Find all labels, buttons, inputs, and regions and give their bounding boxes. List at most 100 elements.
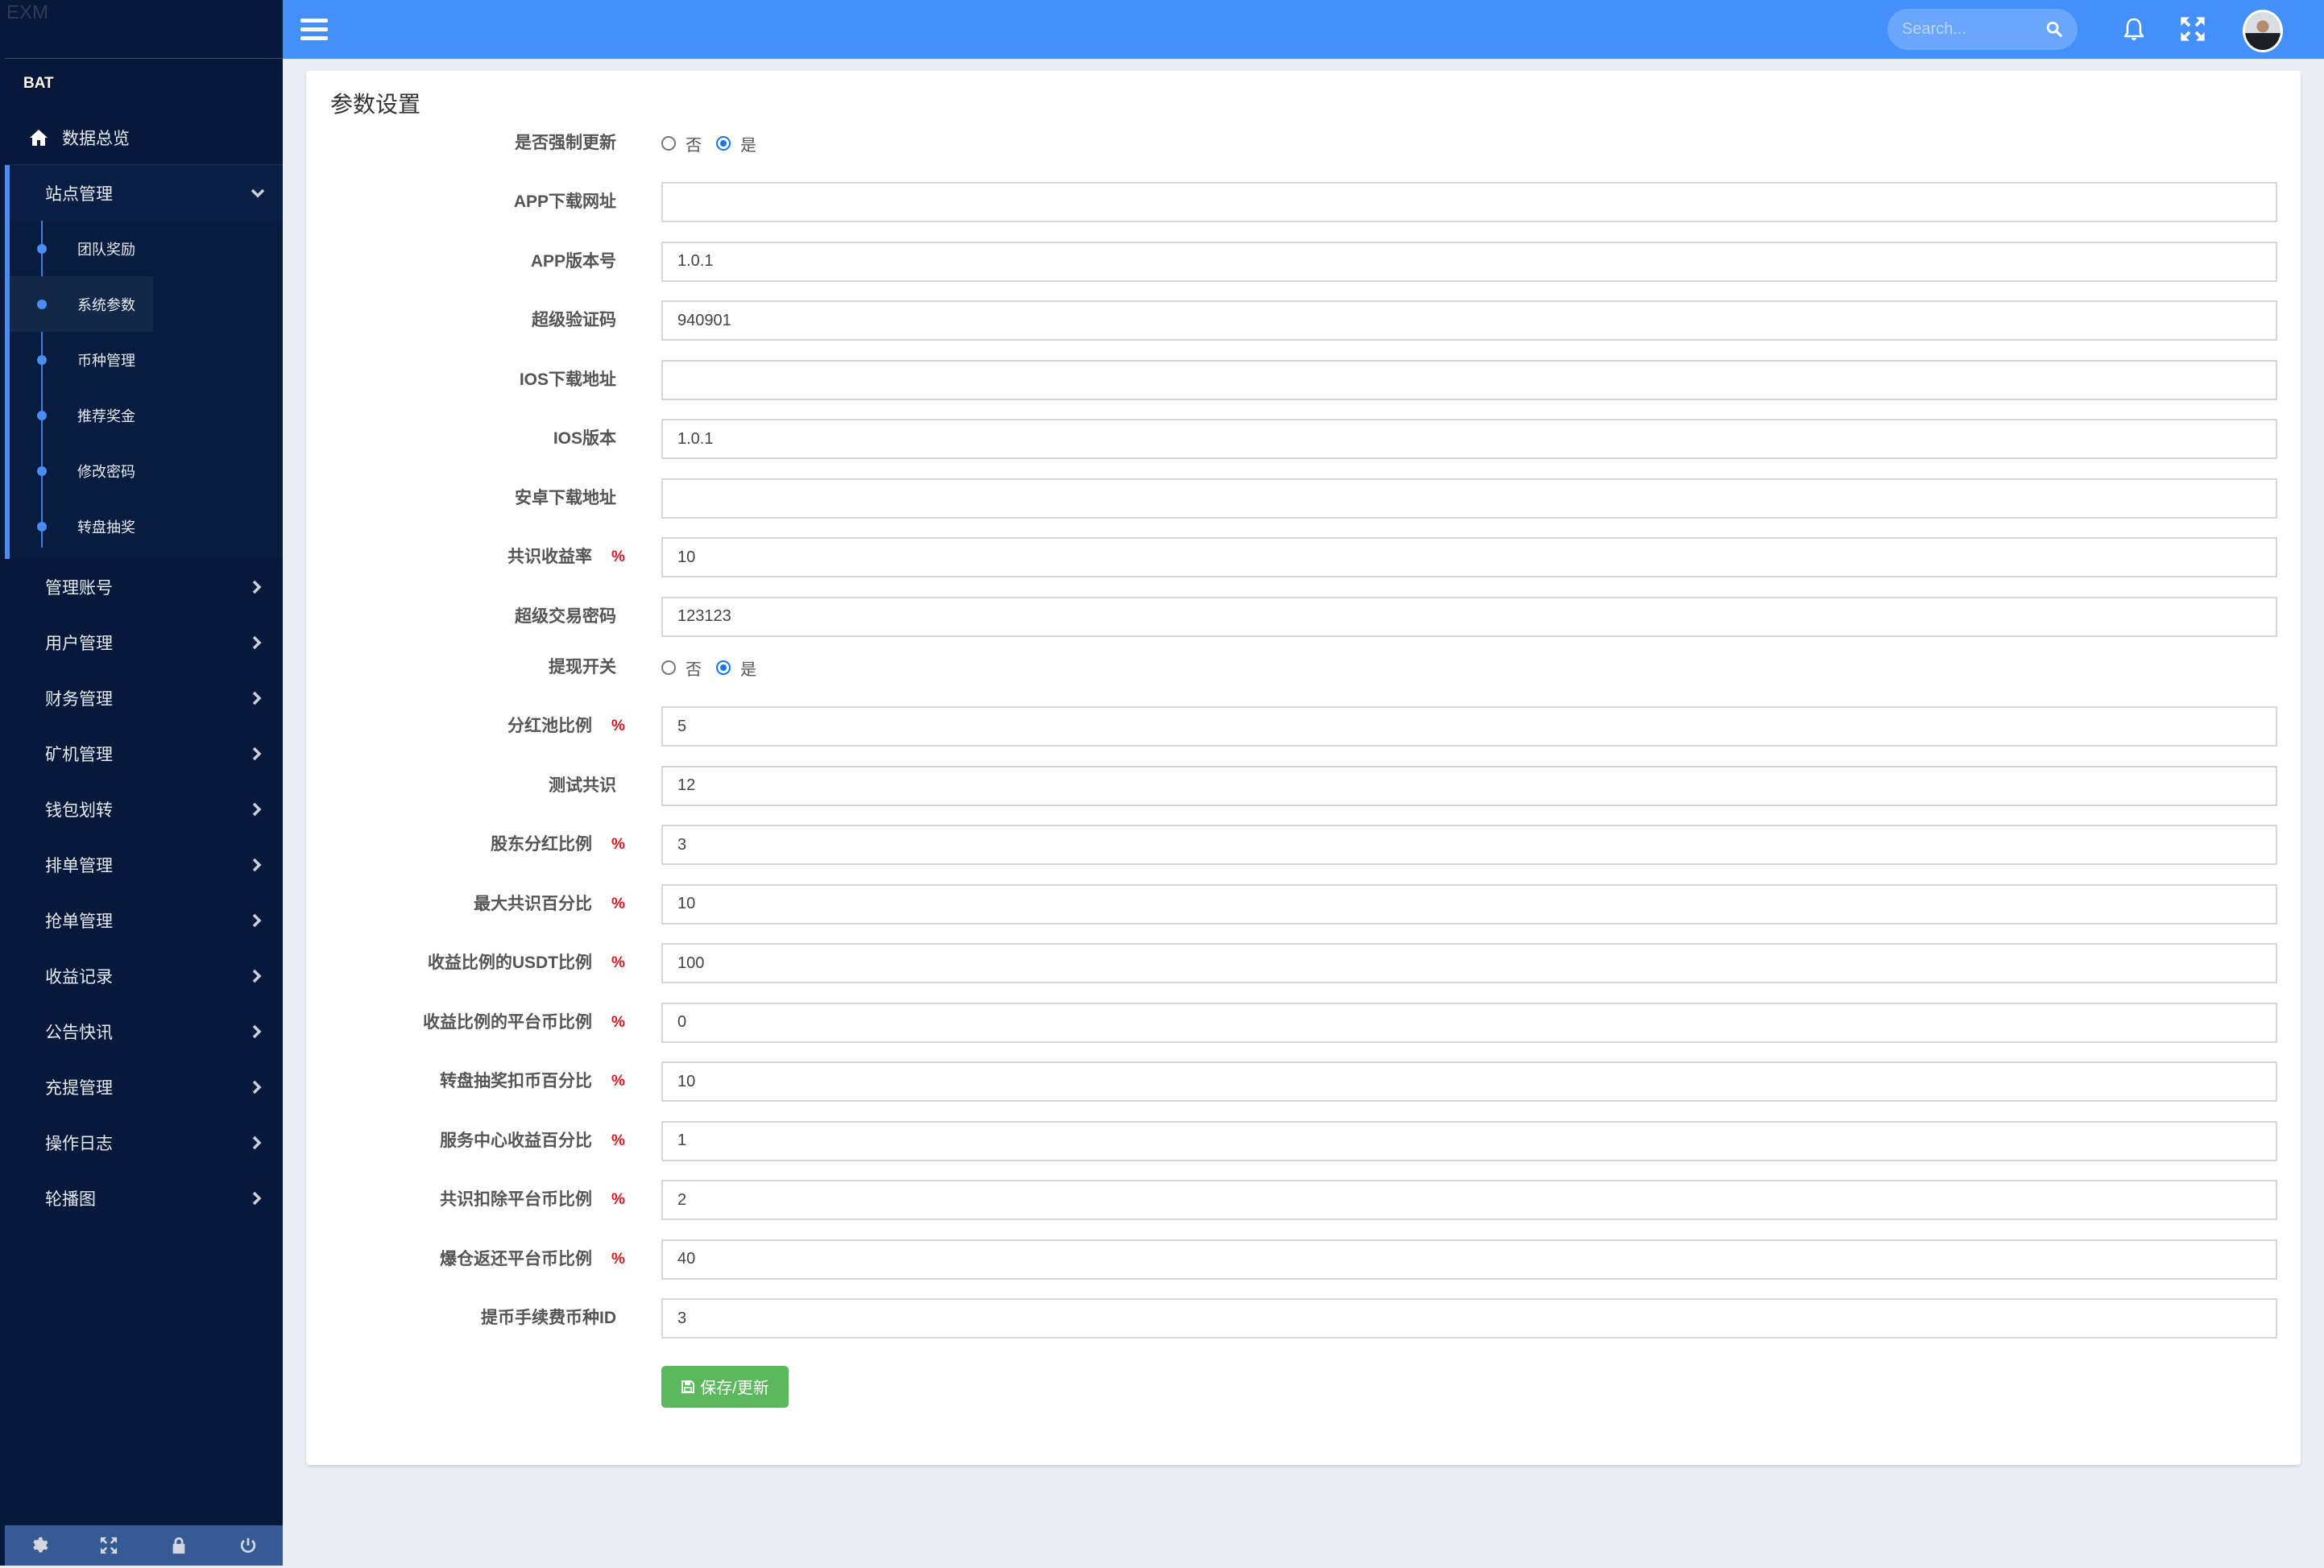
sidebar-group-item[interactable]: 矿机管理 <box>5 726 283 781</box>
field-input[interactable] <box>661 883 2277 925</box>
sidebar-group-item[interactable]: 用户管理 <box>5 614 283 670</box>
radio-option[interactable]: 是 <box>716 132 756 155</box>
timeline-dot <box>37 410 47 420</box>
sidebar-group-item[interactable]: 财务管理 <box>5 670 283 726</box>
fullscreen-button[interactable] <box>97 1533 121 1558</box>
sidebar-group-item[interactable]: 充提管理 <box>5 1059 283 1115</box>
radio-label: 否 <box>686 660 702 679</box>
percent-unit: % <box>611 954 625 971</box>
radio-button[interactable] <box>661 136 676 151</box>
radio-button[interactable] <box>716 136 731 151</box>
page-title: 参数设置 <box>330 92 421 117</box>
radio-option[interactable]: 否 <box>661 656 702 680</box>
radio-button[interactable] <box>661 660 676 675</box>
settings-card: 参数设置 是否强制更新否是APP下载网址APP版本号超级验证码IOS下载地址IO… <box>306 71 2301 1465</box>
sidebar-subitem[interactable]: 修改密码 <box>10 443 283 499</box>
sidebar-item-dashboard[interactable]: 数据总览 <box>5 111 283 165</box>
brand-logo[interactable]: EXM <box>6 2 48 24</box>
radio-label: 否 <box>686 136 702 155</box>
sidebar-subitem[interactable]: 推荐奖金 <box>10 387 283 443</box>
radio-option[interactable]: 否 <box>661 132 702 155</box>
field-input[interactable] <box>661 1239 2277 1280</box>
form-row: 超级验证码 <box>306 300 2301 360</box>
field-input[interactable] <box>661 182 2277 222</box>
field-input[interactable] <box>661 300 2277 341</box>
timeline-dot <box>37 465 47 476</box>
sidebar-item-label: 收益记录 <box>45 967 113 987</box>
settings-button[interactable] <box>27 1533 52 1558</box>
sidebar-subitem[interactable]: 团队奖励 <box>10 221 283 276</box>
search-input[interactable] <box>1902 9 2047 50</box>
field-label: 最大共识百分比 <box>474 894 592 913</box>
top-header <box>283 0 2324 59</box>
form-row: 转盘抽奖扣币百分比% <box>306 1061 2301 1121</box>
sidebar-item-label: 公告快讯 <box>45 1023 113 1042</box>
sidebar-group-item[interactable]: 管理账号 <box>5 559 283 614</box>
sidebar-group-item[interactable]: 收益记录 <box>5 948 283 1003</box>
search-icon[interactable] <box>2045 20 2063 38</box>
sidebar-subitem[interactable]: 币种管理 <box>10 332 283 387</box>
save-button-label: 保存/更新 <box>700 1380 769 1397</box>
form-actions: 保存/更新 <box>306 1365 2301 1425</box>
sidebar-group-item[interactable]: 操作日志 <box>5 1115 283 1170</box>
percent-unit: % <box>611 1191 625 1208</box>
field-label: 共识收益率 <box>507 548 592 566</box>
bell-icon[interactable] <box>2121 16 2147 42</box>
field-input[interactable] <box>661 765 2277 806</box>
field-input[interactable] <box>661 537 2277 577</box>
sidebar-subitem-label: 系统参数 <box>77 296 135 313</box>
search-box <box>1887 9 2078 50</box>
logout-button[interactable] <box>236 1533 260 1558</box>
field-label: IOS下载地址 <box>519 370 616 389</box>
user-avatar[interactable] <box>2243 10 2283 52</box>
field-input[interactable] <box>661 1002 2277 1043</box>
field-input[interactable] <box>661 1298 2277 1338</box>
field-input[interactable] <box>661 825 2277 865</box>
field-label: 收益比例的平台币比例 <box>423 1012 592 1032</box>
radio-group: 否是 <box>661 131 771 155</box>
save-button[interactable]: 保存/更新 <box>661 1365 789 1408</box>
sidebar-subitem-label: 修改密码 <box>77 463 135 480</box>
timeline-dot <box>37 243 47 254</box>
field-input[interactable] <box>661 241 2277 282</box>
sidebar-group-item[interactable]: 钱包划转 <box>5 781 283 837</box>
menu-toggle-button[interactable] <box>300 19 328 41</box>
percent-unit: % <box>611 1250 625 1268</box>
form-row: 爆仓返还平台币比例% <box>306 1239 2301 1299</box>
sidebar-item-label: 财务管理 <box>45 689 113 709</box>
sidebar-subitem[interactable]: 系统参数 <box>10 276 283 332</box>
menu-icon-bar <box>300 36 328 40</box>
fullscreen-icon[interactable] <box>2180 16 2206 42</box>
field-input[interactable] <box>661 478 2277 519</box>
field-input[interactable] <box>661 943 2277 983</box>
sidebar-subitem[interactable]: 转盘抽奖 <box>10 499 283 554</box>
sidebar-group-toggle[interactable]: 站点管理 <box>10 165 283 221</box>
percent-unit: % <box>611 895 625 912</box>
chevron-right-icon <box>252 747 262 760</box>
percent-unit: % <box>611 1013 625 1031</box>
lock-button[interactable] <box>167 1533 191 1558</box>
field-input[interactable] <box>661 596 2277 637</box>
sidebar-group-item[interactable]: 排单管理 <box>5 837 283 892</box>
sidebar: EXM BAT 数据总览 站点管理 团队奖励 系统参数 币种管理 推荐奖金 修改密码 转盘… <box>0 0 283 1566</box>
sidebar-group-site-management: 站点管理 团队奖励系统参数币种管理 推荐奖金修改密码转盘抽奖 <box>5 165 283 559</box>
sidebar-group-item[interactable]: 轮播图 <box>5 1170 283 1226</box>
field-input[interactable] <box>661 1061 2277 1102</box>
field-input[interactable] <box>661 706 2277 747</box>
radio-button[interactable] <box>716 660 731 675</box>
field-label: 测试共识 <box>549 776 616 795</box>
sidebar-group-item[interactable]: 抢单管理 <box>5 892 283 948</box>
form-row: IOS下载地址 <box>306 359 2301 420</box>
field-input[interactable] <box>661 419 2277 459</box>
sidebar-group-item[interactable]: 公告快讯 <box>5 1003 283 1059</box>
field-input[interactable] <box>661 359 2277 400</box>
field-input[interactable] <box>661 1120 2277 1161</box>
field-input[interactable] <box>661 1180 2277 1220</box>
form-row: APP下载网址 <box>306 182 2301 242</box>
floppy-disk-icon <box>681 1380 695 1393</box>
form-row: IOS版本 <box>306 419 2301 478</box>
radio-option[interactable]: 是 <box>716 656 756 680</box>
form-row: 分红池比例% <box>306 706 2301 766</box>
radio-label: 是 <box>740 660 756 679</box>
field-label: IOS版本 <box>553 429 616 448</box>
